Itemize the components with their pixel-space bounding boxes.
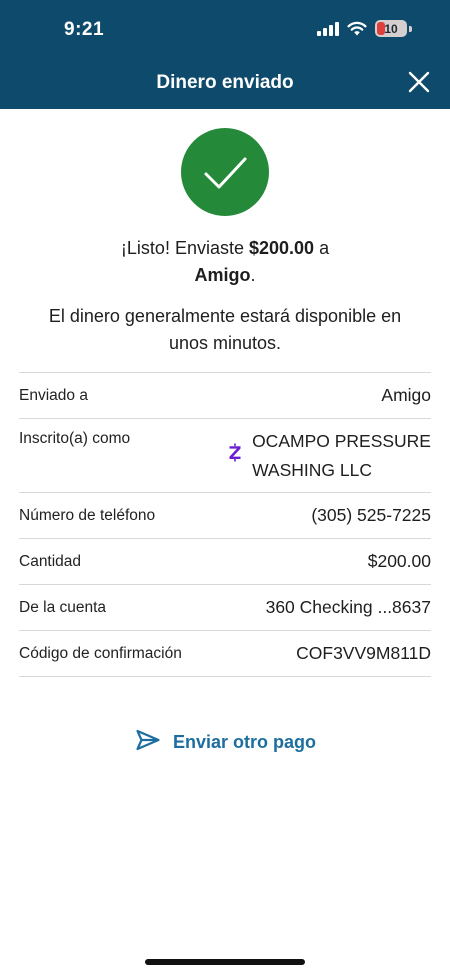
close-icon[interactable] <box>406 69 432 95</box>
success-suffix: . <box>250 265 256 285</box>
battery-tip <box>409 25 412 32</box>
header-bar: 9:21 10 Dinero enviado <box>0 0 450 109</box>
battery-level: 10 <box>384 21 398 36</box>
enrolled-as-value-line1: OCAMPO PRESSURE <box>252 431 431 451</box>
detail-row-from-account: De la cuenta 360 Checking ...8637 <box>19 585 431 631</box>
sent-to-label: Enviado a <box>19 386 88 404</box>
send-another-payment-label: Enviar otro pago <box>173 732 317 752</box>
availability-message: El dinero generalmente estará disponible… <box>48 306 402 353</box>
from-account-label: De la cuenta <box>19 598 107 616</box>
send-another-payment-button[interactable]: Enviar otro pago <box>135 729 316 756</box>
phone-label: Número de teléfono <box>19 506 156 524</box>
status-time: 9:21 <box>64 19 105 40</box>
success-prefix: ¡Listo! Enviaste <box>120 238 249 258</box>
phone-value: (305) 525-7225 <box>311 505 431 525</box>
sent-to-value: Amigo <box>381 385 431 405</box>
enrolled-as-value: OCAMPO PRESSURE WASHING LLC <box>252 427 431 485</box>
confirmation-code-value: COF3VV9M811D <box>296 643 431 663</box>
zelle-icon <box>228 443 242 467</box>
detail-row-sent-to: Enviado a Amigo <box>19 373 431 419</box>
success-middle: a <box>314 238 330 258</box>
page-title: Dinero enviado <box>156 72 294 93</box>
detail-row-phone: Número de teléfono (305) 525-7225 <box>19 493 431 539</box>
enrolled-as-value-line2: WASHING LLC <box>252 460 372 480</box>
amount-label: Cantidad <box>19 552 82 570</box>
enrolled-as-label: Inscrito(a) como <box>19 430 131 447</box>
cellular-signal-icon <box>317 21 339 36</box>
transaction-details: Enviado a Amigo Inscrito(a) como OCAMPO … <box>19 372 431 677</box>
detail-row-enrolled-as: Inscrito(a) como OCAMPO PRESSURE WASHING… <box>19 419 431 493</box>
amount-value: $200.00 <box>367 551 431 571</box>
detail-row-confirmation-code: Código de confirmación COF3VV9M811D <box>19 631 431 677</box>
wifi-icon <box>347 21 367 36</box>
from-account-value: 360 Checking ...8637 <box>265 597 431 617</box>
success-message: ¡Listo! Enviaste $200.00 a Amigo. <box>40 235 410 289</box>
checkmark-circle-icon <box>181 128 269 216</box>
enrolled-as-value-group: OCAMPO PRESSURE WASHING LLC <box>228 430 431 485</box>
confirmation-code-label: Código de confirmación <box>19 644 182 662</box>
success-amount: $200.00 <box>248 238 315 258</box>
home-indicator <box>145 959 305 965</box>
send-icon <box>135 729 161 756</box>
detail-row-amount: Cantidad $200.00 <box>19 539 431 585</box>
success-recipient: Amigo <box>194 265 251 285</box>
battery-icon: 10 <box>375 20 407 37</box>
status-icons: 10 <box>317 20 412 37</box>
